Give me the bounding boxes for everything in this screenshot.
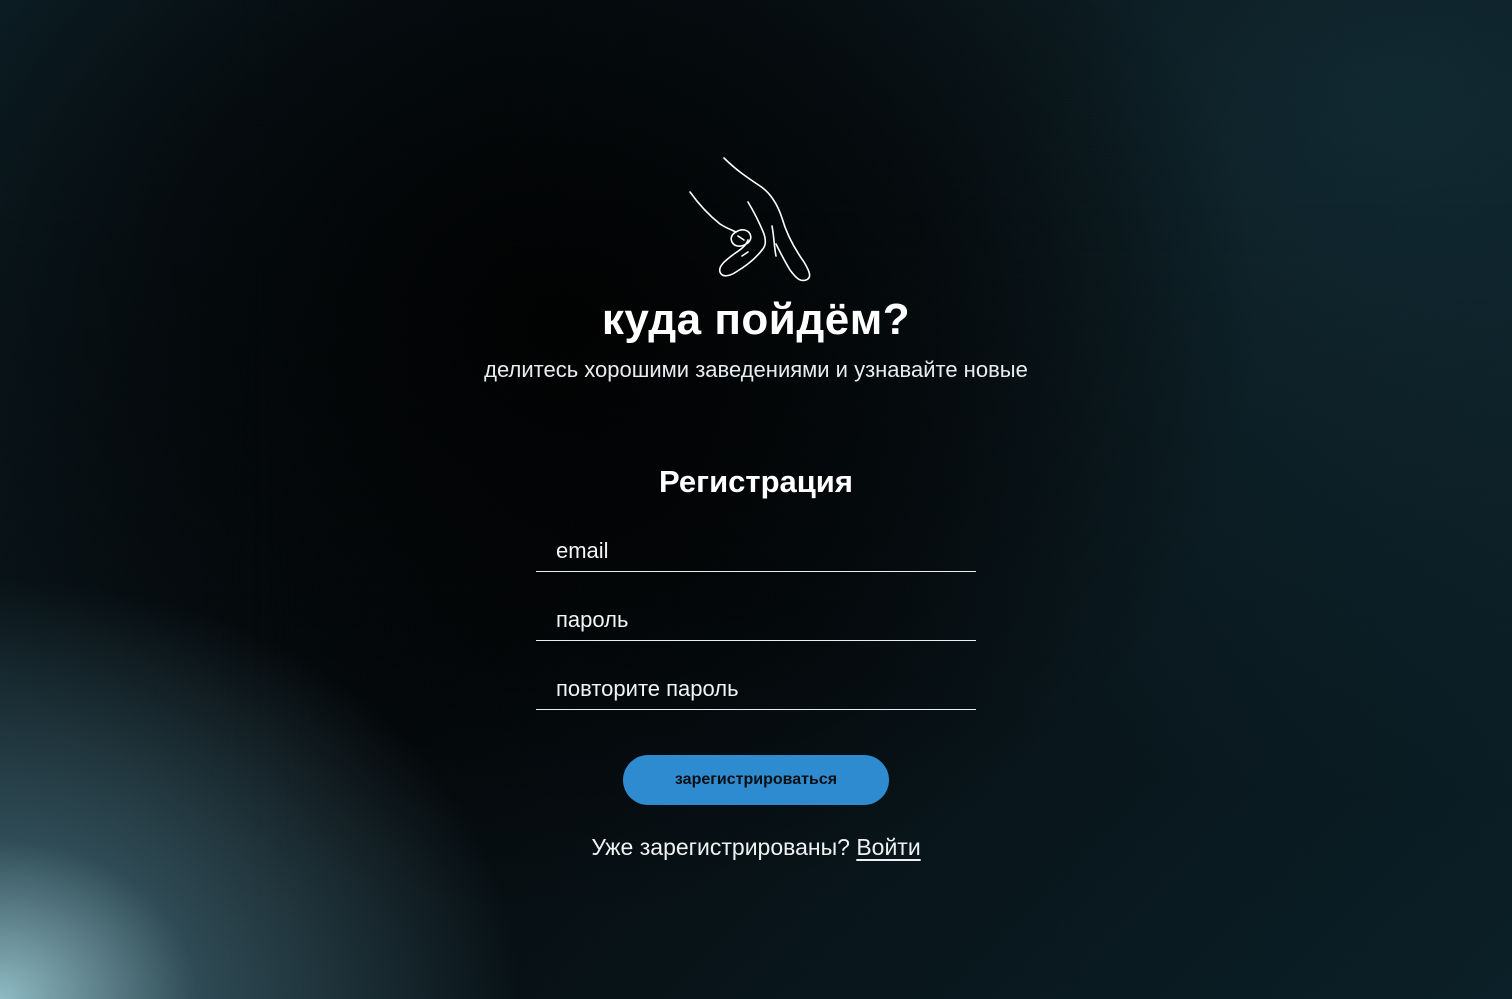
pointing-hand-icon <box>686 156 816 282</box>
email-field[interactable] <box>536 531 976 571</box>
login-prompt-line: Уже зарегистрированы? Войти <box>0 832 1512 862</box>
app-title: куда пойдём? <box>601 295 911 344</box>
email-field-wrapper <box>536 531 976 572</box>
password-field[interactable] <box>536 600 976 640</box>
login-link[interactable]: Войти <box>856 834 920 860</box>
password-field-wrapper <box>536 600 976 641</box>
register-button[interactable]: зарегистрироваться <box>623 755 889 805</box>
registration-heading: Регистрация <box>659 464 853 499</box>
app-tagline: делитесь хорошими заведениями и узнавайт… <box>484 357 1028 382</box>
repeat-password-field-wrapper <box>536 669 976 710</box>
login-prompt-text: Уже зарегистрированы? <box>591 834 850 860</box>
repeat-password-field[interactable] <box>536 669 976 709</box>
